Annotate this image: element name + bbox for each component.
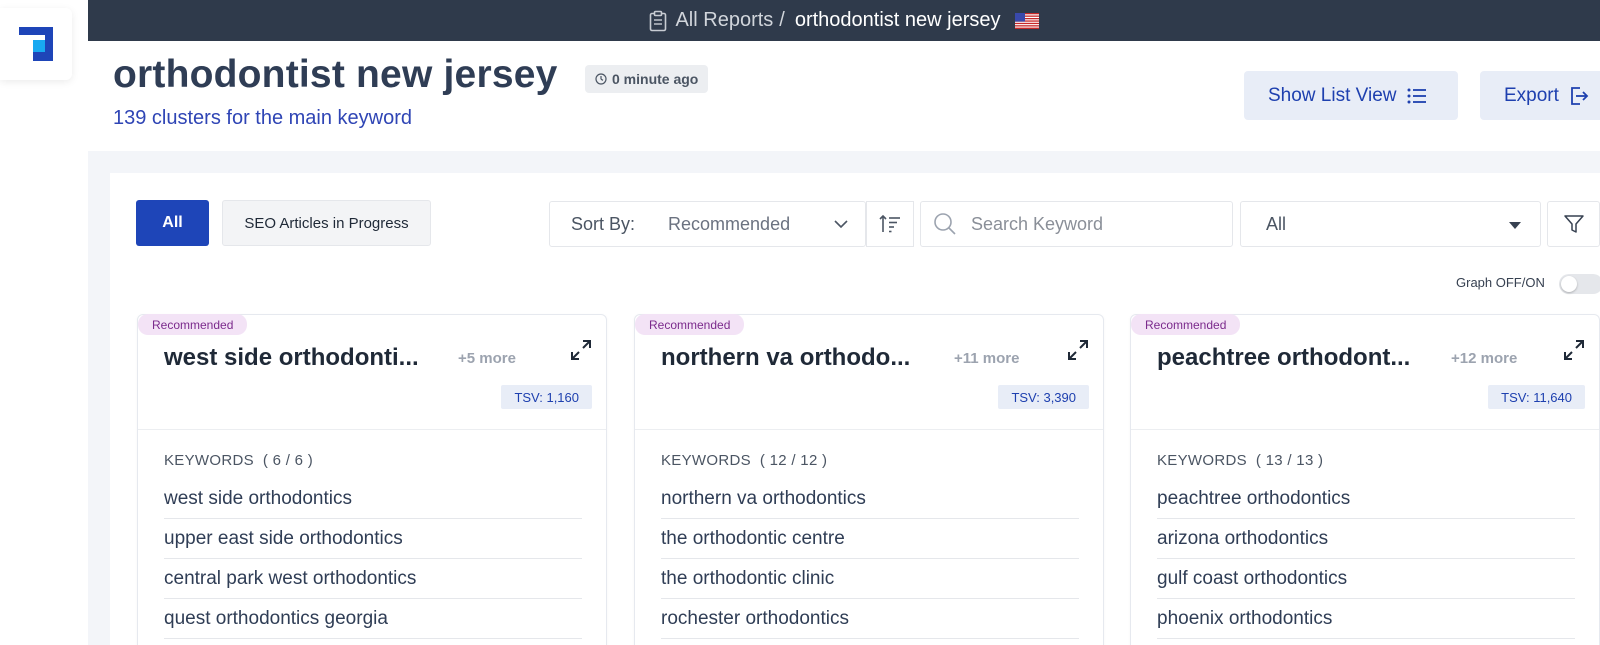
keyword-item[interactable]: the orthodontic clinic bbox=[661, 559, 1079, 599]
keyword-item[interactable]: the orthodontic centre bbox=[661, 519, 1079, 559]
cluster-more-count[interactable]: +12 more bbox=[1451, 350, 1517, 367]
card-divider bbox=[635, 429, 1103, 430]
recommended-badge: Recommended bbox=[138, 314, 248, 335]
breadcrumb-separator: / bbox=[779, 9, 785, 31]
list-icon bbox=[1407, 88, 1426, 103]
chevron-down-icon bbox=[834, 220, 848, 229]
cluster-title[interactable]: northern va orthodo... bbox=[661, 344, 910, 372]
keywords-label: KEYWORDS bbox=[661, 452, 751, 469]
cluster-card[interactable]: Recommended west side orthodonti... +5 m… bbox=[137, 314, 607, 645]
keyword-item[interactable]: arizona orthodontics bbox=[1157, 519, 1575, 559]
sort-direction-button[interactable] bbox=[866, 201, 914, 247]
expand-icon[interactable] bbox=[1067, 339, 1089, 361]
breadcrumb-bar: All Reports / orthodontist new jersey bbox=[88, 0, 1600, 41]
clock-icon bbox=[595, 73, 607, 85]
sort-by-label: Sort By: bbox=[571, 213, 636, 234]
tsv-badge: TSV: 1,160 bbox=[501, 385, 592, 409]
recommended-badge: Recommended bbox=[1131, 314, 1241, 335]
keyword-item[interactable]: northern va orthodontics bbox=[661, 479, 1079, 519]
tab-all[interactable]: All bbox=[136, 200, 209, 246]
breadcrumb-all-reports[interactable]: All Reports bbox=[675, 9, 773, 32]
card-divider bbox=[1131, 429, 1599, 430]
keyword-item[interactable]: peachtree orthodontics bbox=[1157, 479, 1575, 519]
export-icon bbox=[1571, 86, 1589, 105]
keywords-header: KEYWORDS ( 13 / 13 ) bbox=[1157, 452, 1323, 469]
keyword-item[interactable]: phoenix orthodontics bbox=[1157, 599, 1575, 639]
show-list-view-label: Show List View bbox=[1268, 84, 1397, 106]
sort-by-select[interactable]: Sort By: Recommended bbox=[549, 201, 866, 247]
keyword-item[interactable]: quest orthodontics georgia bbox=[164, 599, 582, 639]
keywords-count: ( 6 / 6 ) bbox=[262, 452, 314, 469]
export-label: Export bbox=[1504, 84, 1559, 106]
cluster-title[interactable]: peachtree orthodont... bbox=[1157, 344, 1410, 372]
keyword-item[interactable]: west side orthodontics bbox=[164, 479, 582, 519]
keywords-header: KEYWORDS ( 12 / 12 ) bbox=[661, 452, 827, 469]
graph-toggle-knob bbox=[1561, 276, 1577, 292]
clipboard-icon bbox=[650, 10, 667, 31]
cluster-more-count[interactable]: +5 more bbox=[458, 350, 516, 367]
last-updated-badge: 0 minute ago bbox=[585, 65, 709, 93]
keyword-search[interactable] bbox=[920, 201, 1233, 247]
keywords-count: ( 13 / 13 ) bbox=[1255, 452, 1324, 469]
filter-select[interactable]: All bbox=[1240, 201, 1541, 247]
filter-button[interactable] bbox=[1547, 201, 1600, 247]
keyword-list: northern va orthodontics the orthodontic… bbox=[661, 479, 1079, 639]
keyword-list: west side orthodontics upper east side o… bbox=[164, 479, 582, 639]
keyword-list: peachtree orthodontics arizona orthodont… bbox=[1157, 479, 1575, 639]
filter-select-value: All bbox=[1266, 213, 1287, 234]
keyword-item[interactable]: rochester orthodontics bbox=[661, 599, 1079, 639]
keywords-header: KEYWORDS ( 6 / 6 ) bbox=[164, 452, 313, 469]
card-divider bbox=[138, 429, 606, 430]
keywords-count: ( 12 / 12 ) bbox=[759, 452, 828, 469]
graph-toggle-label: Graph OFF/ON bbox=[1456, 275, 1545, 290]
keywords-label: KEYWORDS bbox=[164, 452, 254, 469]
us-flag-icon bbox=[1014, 12, 1039, 29]
funnel-icon bbox=[1563, 215, 1584, 233]
keywords-label: KEYWORDS bbox=[1157, 452, 1247, 469]
cluster-more-count[interactable]: +11 more bbox=[954, 350, 1019, 367]
cluster-count: 139 clusters for the main keyword bbox=[113, 107, 413, 129]
last-updated-text: 0 minute ago bbox=[612, 71, 699, 87]
show-list-view-button[interactable]: Show List View bbox=[1244, 71, 1458, 120]
left-rail bbox=[0, 0, 88, 645]
recommended-badge: Recommended bbox=[635, 314, 745, 335]
page-title: orthodontist new jersey bbox=[113, 53, 558, 96]
cluster-title[interactable]: west side orthodonti... bbox=[164, 344, 419, 372]
tsv-badge: TSV: 11,640 bbox=[1488, 385, 1585, 409]
expand-icon[interactable] bbox=[570, 339, 592, 361]
export-button[interactable]: Export bbox=[1480, 71, 1600, 120]
cluster-card[interactable]: Recommended peachtree orthodont... +12 m… bbox=[1130, 314, 1600, 645]
sort-by-value: Recommended bbox=[668, 213, 791, 234]
caret-down-icon bbox=[1509, 222, 1521, 229]
keyword-item[interactable]: central park west orthodontics bbox=[164, 559, 582, 599]
expand-icon[interactable] bbox=[1563, 339, 1585, 361]
tsv-badge: TSV: 3,390 bbox=[998, 385, 1089, 409]
keyword-item[interactable]: upper east side orthodontics bbox=[164, 519, 582, 559]
sort-order-icon bbox=[879, 214, 900, 233]
logo-icon bbox=[19, 27, 53, 61]
keyword-item[interactable]: gulf coast orthodontics bbox=[1157, 559, 1575, 599]
page: All Reports / orthodontist new jersey or… bbox=[0, 0, 1600, 645]
app-logo[interactable] bbox=[0, 8, 72, 80]
breadcrumb-current: orthodontist new jersey bbox=[794, 9, 1001, 31]
graph-toggle[interactable] bbox=[1559, 274, 1600, 294]
search-input[interactable] bbox=[971, 213, 1211, 235]
cluster-card[interactable]: Recommended northern va orthodo... +11 m… bbox=[634, 314, 1104, 645]
search-icon bbox=[934, 213, 956, 235]
tab-seo-articles[interactable]: SEO Articles in Progress bbox=[222, 200, 431, 246]
